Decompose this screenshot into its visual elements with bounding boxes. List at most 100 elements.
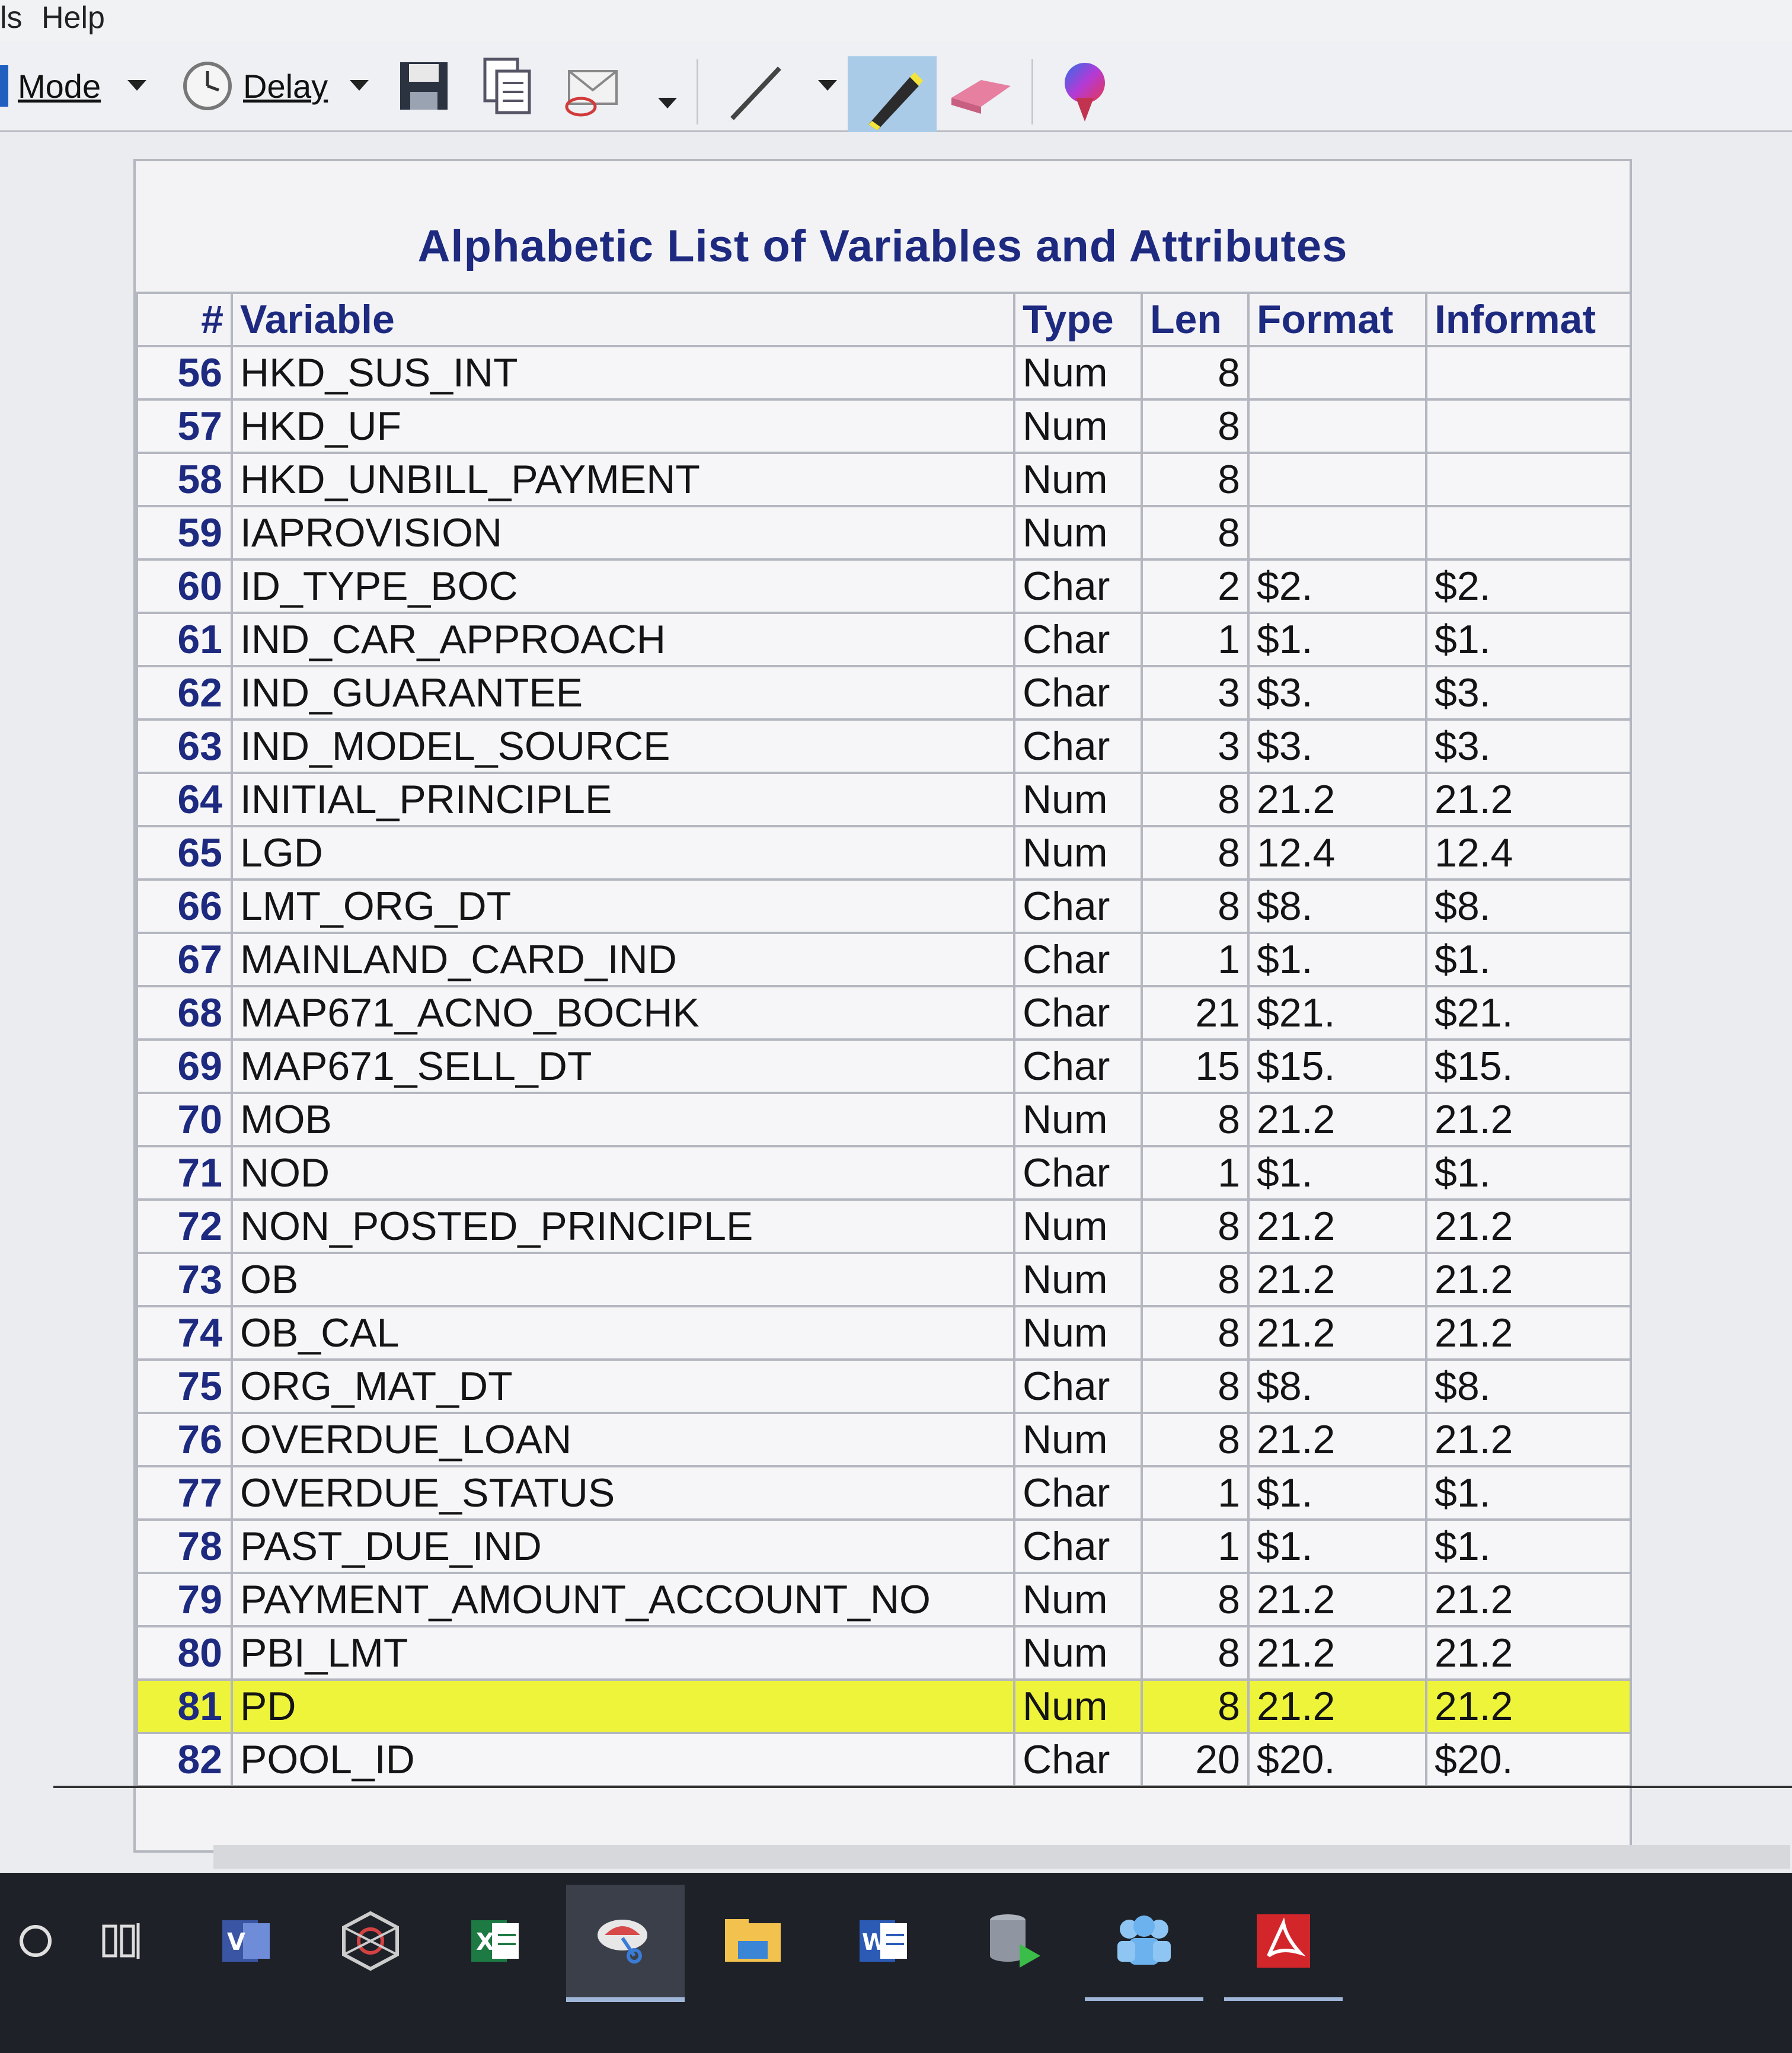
row-informat: 21.2 [1425, 1198, 1632, 1254]
row-informat: 21.2 [1425, 1625, 1632, 1681]
send-dropdown-chevron-icon[interactable] [658, 98, 677, 108]
row-number: 59 [136, 505, 233, 561]
row-number: 67 [136, 932, 233, 987]
table-row: 78 PAST_DUE_IND Char 1 $1. $1. [136, 1518, 1632, 1574]
teams-icon[interactable] [1085, 1885, 1203, 2001]
variables-table: # Variable Type Len Format Informat 56 HK… [136, 292, 1632, 1787]
row-len: 1 [1141, 1145, 1250, 1201]
row-number: 80 [136, 1625, 233, 1681]
file-explorer-icon[interactable] [694, 1885, 812, 1997]
row-number: 66 [136, 878, 233, 934]
pen-icon[interactable] [717, 53, 794, 130]
table-row: 67 MAINLAND_CARD_IND Char 1 $1. $1. [136, 932, 1632, 987]
mode-button[interactable]: Mode [18, 65, 101, 107]
row-format: 21.2 [1247, 1678, 1427, 1734]
row-variable: NON_POSTED_PRINCIPLE [231, 1198, 1015, 1254]
clock-icon[interactable] [178, 56, 237, 116]
row-len: 2 [1141, 558, 1250, 614]
row-variable: OB [231, 1252, 1015, 1307]
output-divider [53, 1786, 1792, 1788]
report-table-frame: Alphabetic List of Variables and Attribu… [133, 159, 1632, 1853]
menu-item-help[interactable]: Help [41, 0, 105, 36]
snipping-tool-icon[interactable] [566, 1885, 685, 2002]
row-number: 76 [136, 1412, 233, 1467]
row-informat: 21.2 [1425, 1252, 1632, 1307]
mode-label: Mode [18, 67, 101, 105]
row-format: $3. [1247, 665, 1427, 721]
row-len: 8 [1141, 1625, 1250, 1681]
row-len: 8 [1141, 772, 1250, 827]
row-type: Char [1013, 1358, 1143, 1414]
row-len: 8 [1141, 1358, 1250, 1414]
network-app-icon[interactable] [311, 1885, 430, 1997]
row-format: $15. [1247, 1038, 1427, 1094]
row-type: Num [1013, 1625, 1143, 1681]
row-variable: MAINLAND_CARD_IND [231, 932, 1015, 987]
row-number: 65 [136, 825, 233, 881]
table-row: 65 LGD Num 8 12.4 12.4 [136, 825, 1632, 881]
table-row: 68 MAP671_ACNO_BOCHK Char 21 $21. $21. [136, 985, 1632, 1041]
row-variable: POOL_ID [231, 1732, 1015, 1787]
svg-text:W: W [862, 1929, 887, 1955]
row-len: 8 [1141, 398, 1250, 454]
row-variable: LMT_ORG_DT [231, 878, 1015, 934]
row-type: Num [1013, 1198, 1143, 1254]
row-len: 21 [1141, 985, 1250, 1041]
row-variable: IND_CAR_APPROACH [231, 612, 1015, 667]
row-len: 3 [1141, 718, 1250, 774]
color-icon[interactable] [1049, 53, 1120, 130]
row-variable: LGD [231, 825, 1015, 881]
row-type: Char [1013, 985, 1143, 1041]
row-informat: 21.2 [1425, 1412, 1632, 1467]
row-informat: $1. [1425, 612, 1632, 667]
table-row: 62 IND_GUARANTEE Char 3 $3. $3. [136, 665, 1632, 721]
row-len: 20 [1141, 1732, 1250, 1787]
excel-icon[interactable]: X [436, 1885, 554, 1997]
table-row: 60 ID_TYPE_BOC Char 2 $2. $2. [136, 558, 1632, 614]
menu-bar: ls Help [0, 0, 1792, 41]
output-pane: Alphabetic List of Variables and Attribu… [0, 132, 1792, 1873]
row-informat [1425, 452, 1632, 507]
row-number: 64 [136, 772, 233, 827]
mode-dropdown-chevron-icon[interactable] [127, 80, 146, 91]
row-number: 62 [136, 665, 233, 721]
table-row: 63 IND_MODEL_SOURCE Char 3 $3. $3. [136, 718, 1632, 774]
row-type: Num [1013, 825, 1143, 881]
save-icon[interactable] [391, 53, 456, 119]
header-format: Format [1247, 292, 1427, 347]
table-row: 71 NOD Char 1 $1. $1. [136, 1145, 1632, 1201]
eraser-icon[interactable] [943, 62, 1020, 127]
row-format: $3. [1247, 718, 1427, 774]
row-number: 75 [136, 1358, 233, 1414]
copy-icon[interactable] [474, 53, 539, 119]
task-view-icon[interactable] [62, 1885, 181, 1997]
visio-icon[interactable]: V [187, 1885, 305, 1997]
database-icon[interactable] [954, 1885, 1073, 1997]
pen-dropdown-chevron-icon[interactable] [818, 80, 837, 91]
row-number: 56 [136, 345, 233, 401]
row-number: 68 [136, 985, 233, 1041]
row-variable: PAYMENT_AMOUNT_ACCOUNT_NO [231, 1572, 1015, 1627]
row-variable: NOD [231, 1145, 1015, 1201]
send-icon[interactable] [560, 59, 625, 124]
row-number: 71 [136, 1145, 233, 1201]
table-row: 74 OB_CAL Num 8 21.2 21.2 [136, 1305, 1632, 1361]
row-format: $1. [1247, 1465, 1427, 1521]
table-row-highlighted: 81 PD Num 8 21.2 21.2 [136, 1678, 1632, 1734]
row-number: 72 [136, 1198, 233, 1254]
toolbar-separator [1031, 59, 1033, 124]
row-number: 70 [136, 1092, 233, 1147]
menu-item-tools[interactable]: ls [0, 0, 23, 36]
word-icon[interactable]: W [824, 1885, 943, 1997]
row-number: 74 [136, 1305, 233, 1361]
acrobat-icon[interactable] [1224, 1885, 1343, 2001]
row-type: Char [1013, 1038, 1143, 1094]
row-variable: OVERDUE_LOAN [231, 1412, 1015, 1467]
row-len: 8 [1141, 452, 1250, 507]
row-variable: ID_TYPE_BOC [231, 558, 1015, 614]
delay-button[interactable]: Delay [243, 65, 328, 107]
delay-dropdown-chevron-icon[interactable] [350, 80, 369, 91]
horizontal-scrollbar[interactable] [213, 1845, 1790, 1869]
row-variable: OB_CAL [231, 1305, 1015, 1361]
row-number: 69 [136, 1038, 233, 1094]
